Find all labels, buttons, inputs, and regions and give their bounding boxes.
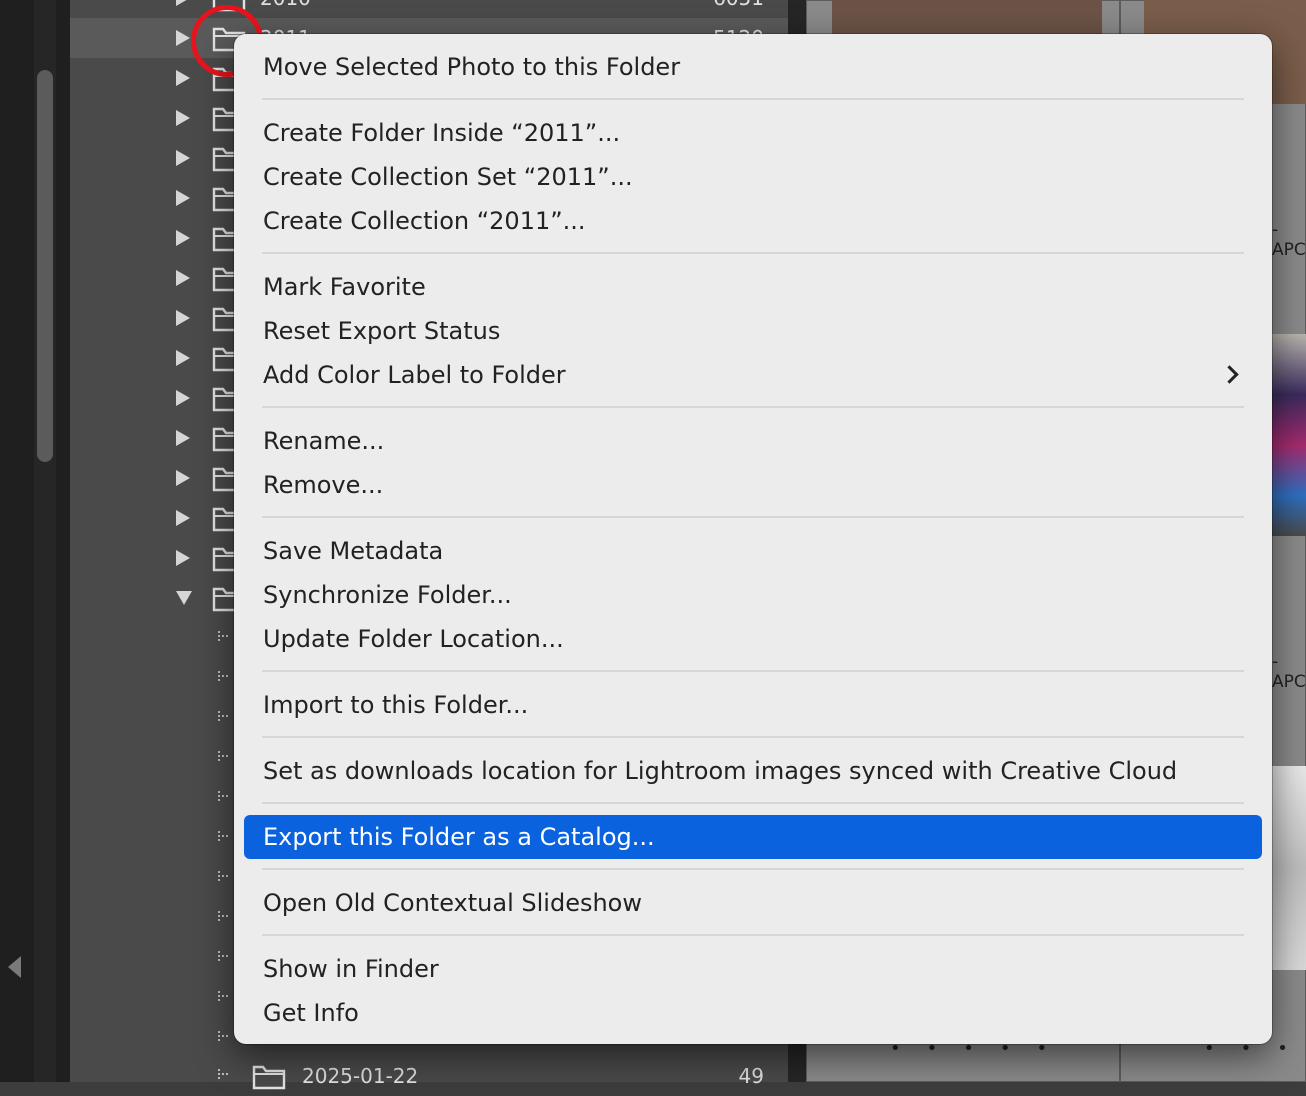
menu-separator xyxy=(262,802,1244,804)
menu-item-mark-favorite[interactable]: Mark Favorite xyxy=(244,265,1262,309)
folder-photo-count: 6051 xyxy=(713,0,764,18)
subfolder-tree-icon xyxy=(218,831,228,841)
expand-triangle-icon[interactable] xyxy=(176,350,190,366)
expand-triangle-icon[interactable] xyxy=(176,150,190,166)
expand-triangle-icon[interactable] xyxy=(176,0,190,6)
subfolder-tree-icon xyxy=(218,871,228,881)
menu-item-get-info[interactable]: Get Info xyxy=(244,991,1262,1035)
menu-item-move-selected-photo[interactable]: Move Selected Photo to this Folder xyxy=(244,45,1262,89)
expand-triangle-icon[interactable] xyxy=(176,110,190,126)
menu-item-remove[interactable]: Remove... xyxy=(244,463,1262,507)
collapse-triangle-icon[interactable] xyxy=(176,591,192,605)
subfolder-tree-icon xyxy=(218,991,228,1001)
menu-item-show-in-finder[interactable]: Show in Finder xyxy=(244,947,1262,991)
menu-separator xyxy=(262,516,1244,518)
expand-triangle-icon[interactable] xyxy=(176,230,190,246)
chevron-right-icon xyxy=(1220,365,1239,384)
expand-triangle-icon[interactable] xyxy=(176,390,190,406)
photo-thumbnail[interactable] xyxy=(1272,334,1306,536)
menu-separator xyxy=(262,98,1244,100)
menu-item-create-folder-inside[interactable]: Create Folder Inside “2011”... xyxy=(244,111,1262,155)
subfolder-tree-icon xyxy=(218,951,228,961)
subfolder-tree-icon xyxy=(218,1069,228,1079)
menu-item-update-folder-location[interactable]: Update Folder Location... xyxy=(244,617,1262,661)
menu-item-reset-export-status[interactable]: Reset Export Status xyxy=(244,309,1262,353)
menu-item-import-to-folder[interactable]: Import to this Folder... xyxy=(244,683,1262,727)
menu-separator xyxy=(262,934,1244,936)
subfolder-tree-icon xyxy=(218,911,228,921)
subfolder-name: 2025-01-22 xyxy=(302,1064,419,1088)
scrollbar-thumb[interactable] xyxy=(37,70,53,462)
menu-separator xyxy=(262,406,1244,408)
menu-item-open-old-slideshow[interactable]: Open Old Contextual Slideshow xyxy=(244,881,1262,925)
menu-item-export-as-catalog[interactable]: Export this Folder as a Catalog... xyxy=(244,815,1262,859)
photo-filename-label: -APC xyxy=(1272,220,1306,260)
expand-triangle-icon[interactable] xyxy=(176,70,190,86)
menu-item-create-collection[interactable]: Create Collection “2011”... xyxy=(244,199,1262,243)
menu-item-set-downloads-location[interactable]: Set as downloads location for Lightroom … xyxy=(244,749,1262,793)
folder-icon xyxy=(252,1065,286,1090)
expand-triangle-icon[interactable] xyxy=(176,470,190,486)
expand-triangle-icon[interactable] xyxy=(176,310,190,326)
menu-separator xyxy=(262,252,1244,254)
folder-row[interactable]: 2010 6051 xyxy=(70,0,788,18)
subfolder-tree-icon xyxy=(218,1031,228,1041)
menu-item-create-collection-set[interactable]: Create Collection Set “2011”... xyxy=(244,155,1262,199)
menu-separator xyxy=(262,868,1244,870)
subfolder-tree-icon xyxy=(218,751,228,761)
menu-item-label: Add Color Label to Folder xyxy=(263,361,566,389)
expand-triangle-icon[interactable] xyxy=(176,430,190,446)
photo-thumbnail[interactable] xyxy=(832,0,1102,34)
menu-separator xyxy=(262,736,1244,738)
photo-filename-label: -APC xyxy=(1272,652,1306,692)
left-panel-strip xyxy=(0,0,70,1082)
expand-triangle-icon[interactable] xyxy=(176,510,190,526)
subfolder-tree-icon xyxy=(218,631,228,641)
subfolder-tree-icon xyxy=(218,791,228,801)
menu-item-add-color-label[interactable]: Add Color Label to Folder xyxy=(244,353,1262,397)
menu-item-save-metadata[interactable]: Save Metadata xyxy=(244,529,1262,573)
expand-triangle-icon[interactable] xyxy=(176,550,190,566)
subfolder-photo-count: 49 xyxy=(738,1064,764,1088)
folder-name: 2010 xyxy=(260,0,311,18)
menu-item-synchronize-folder[interactable]: Synchronize Folder... xyxy=(244,573,1262,617)
subfolder-tree-icon xyxy=(218,671,228,681)
expand-triangle-icon[interactable] xyxy=(176,190,190,206)
expand-triangle-icon[interactable] xyxy=(176,30,190,46)
expand-triangle-icon[interactable] xyxy=(176,270,190,286)
menu-separator xyxy=(262,670,1244,672)
photo-thumbnail[interactable] xyxy=(1272,766,1306,970)
folder-context-menu: Move Selected Photo to this Folder Creat… xyxy=(234,34,1272,1044)
subfolder-row[interactable]: 2025-01-22 49 xyxy=(70,1056,788,1096)
menu-item-rename[interactable]: Rename... xyxy=(244,419,1262,463)
collapse-panel-arrow-icon[interactable] xyxy=(8,956,21,978)
subfolder-tree-icon xyxy=(218,711,228,721)
